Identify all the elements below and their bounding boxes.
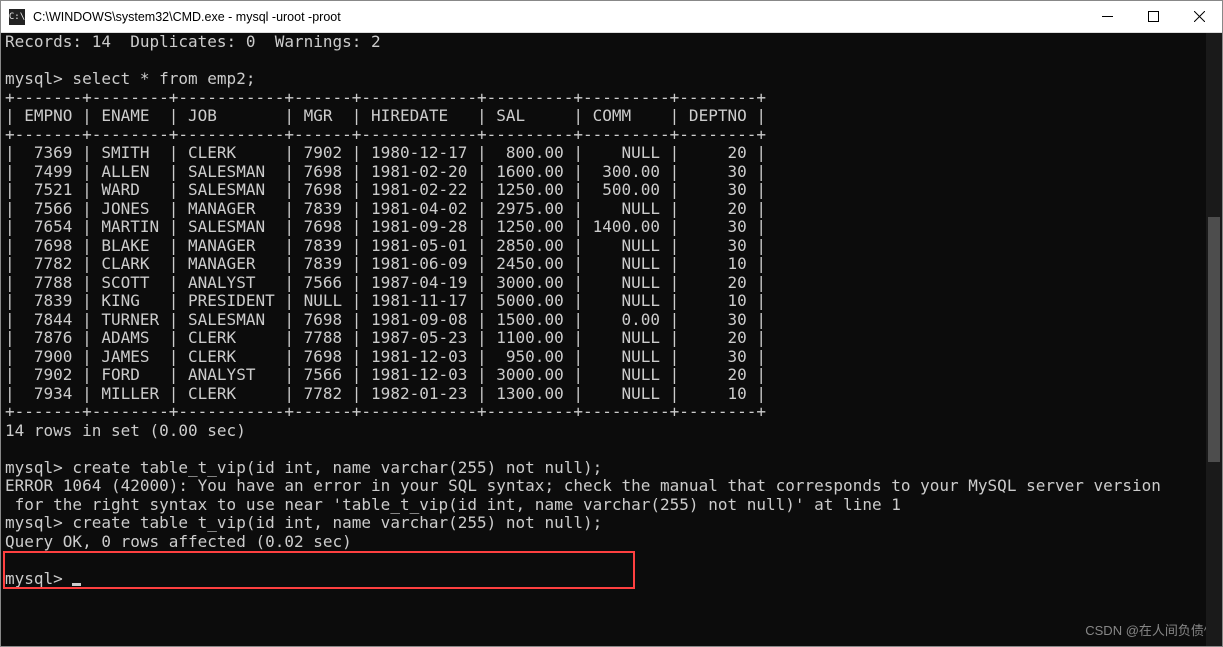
titlebar[interactable]: C:\ C:\WINDOWS\system32\CMD.exe - mysql … (1, 1, 1222, 33)
maximize-icon (1148, 11, 1159, 22)
table-border: +-------+--------+-----------+------+---… (5, 402, 766, 421)
minimize-button[interactable] (1084, 1, 1130, 33)
close-button[interactable] (1176, 1, 1222, 33)
mysql-prompt: mysql> (5, 569, 72, 588)
scrollbar-thumb[interactable] (1208, 217, 1220, 462)
table-border: +-------+--------+-----------+------+---… (5, 88, 766, 107)
table-row: | 7698 | BLAKE | MANAGER | 7839 | 1981-0… (5, 236, 766, 255)
highlight-annotation (3, 551, 635, 589)
maximize-button[interactable] (1130, 1, 1176, 33)
close-icon (1194, 11, 1205, 22)
table-row: | 7788 | SCOTT | ANALYST | 7566 | 1987-0… (5, 273, 766, 292)
table-header: | EMPNO | ENAME | JOB | MGR | HIREDATE |… (5, 106, 766, 125)
table-row: | 7654 | MARTIN | SALESMAN | 7698 | 1981… (5, 217, 766, 236)
table-row: | 7521 | WARD | SALESMAN | 7698 | 1981-0… (5, 180, 766, 199)
sql-error-line1: ERROR 1064 (42000): You have an error in… (5, 476, 1161, 495)
table-row: | 7369 | SMITH | CLERK | 7902 | 1980-12-… (5, 143, 766, 162)
query-ok-line: Query OK, 0 rows affected (0.02 sec) (5, 532, 352, 551)
table-border: +-------+--------+-----------+------+---… (5, 125, 766, 144)
cursor (72, 583, 81, 586)
sql-select-prompt: mysql> select * from emp2; (5, 69, 255, 88)
sql-create-good-prompt: mysql> create table t_vip(id int, name v… (5, 513, 602, 532)
window-title: C:\WINDOWS\system32\CMD.exe - mysql -uro… (33, 10, 341, 24)
watermark: CSDN @在人间负债^ (1085, 622, 1210, 641)
cmd-window: C:\ C:\WINDOWS\system32\CMD.exe - mysql … (0, 0, 1223, 647)
vertical-scrollbar[interactable] (1206, 33, 1222, 646)
cmd-icon: C:\ (9, 9, 25, 25)
sql-create-bad-prompt: mysql> create table_t_vip(id int, name v… (5, 458, 602, 477)
table-row: | 7844 | TURNER | SALESMAN | 7698 | 1981… (5, 310, 766, 329)
records-line: Records: 14 Duplicates: 0 Warnings: 2 (5, 33, 381, 51)
table-row: | 7934 | MILLER | CLERK | 7782 | 1982-01… (5, 384, 766, 403)
table-row: | 7876 | ADAMS | CLERK | 7788 | 1987-05-… (5, 328, 766, 347)
terminal-output[interactable]: Records: 14 Duplicates: 0 Warnings: 2 my… (1, 33, 1222, 646)
rows-in-set: 14 rows in set (0.00 sec) (5, 421, 246, 440)
table-row: | 7900 | JAMES | CLERK | 7698 | 1981-12-… (5, 347, 766, 366)
minimize-icon (1102, 11, 1113, 22)
table-row: | 7566 | JONES | MANAGER | 7839 | 1981-0… (5, 199, 766, 218)
table-row: | 7902 | FORD | ANALYST | 7566 | 1981-12… (5, 365, 766, 384)
table-row: | 7782 | CLARK | MANAGER | 7839 | 1981-0… (5, 254, 766, 273)
sql-error-line2: for the right syntax to use near 'table_… (5, 495, 901, 514)
table-row: | 7499 | ALLEN | SALESMAN | 7698 | 1981-… (5, 162, 766, 181)
table-row: | 7839 | KING | PRESIDENT | NULL | 1981-… (5, 291, 766, 310)
